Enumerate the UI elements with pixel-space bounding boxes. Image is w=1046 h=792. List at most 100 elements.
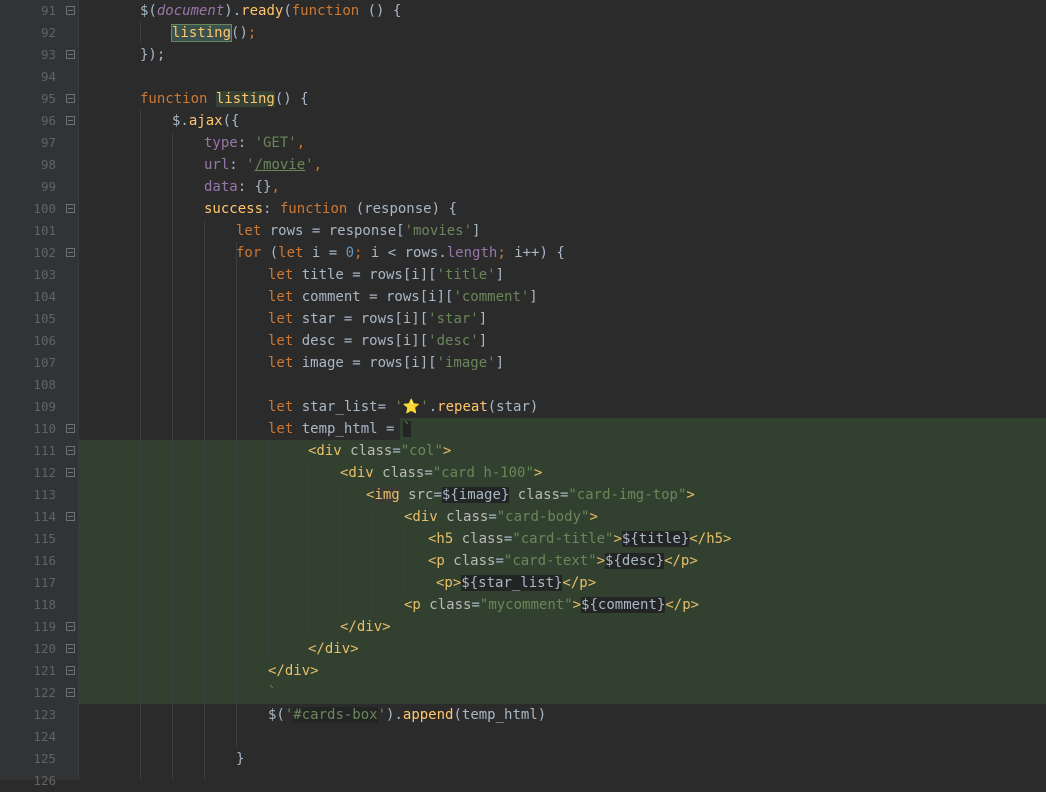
code-text[interactable]: listing(); (78, 22, 1046, 44)
code-line[interactable]: 123 $('#cards-box').append(temp_html) (0, 704, 1046, 726)
code-text[interactable]: for (let i = 0; i < rows.length; i++) { (78, 242, 1046, 264)
code-line[interactable]: 101 let rows = response['movies'] (0, 220, 1046, 242)
code-text[interactable]: data: {}, (78, 176, 1046, 198)
code-line[interactable]: 96 $.ajax({ (0, 110, 1046, 132)
fold-end-icon[interactable] (66, 644, 75, 653)
code-line[interactable]: 116 <p class="card-text">${desc}</p> (0, 550, 1046, 572)
code-line[interactable]: 113 <img src=${image} class="card-img-top… (0, 484, 1046, 506)
code-token: = (392, 443, 401, 459)
code-text[interactable]: $(document).ready(function () { (78, 0, 1046, 22)
code-text[interactable]: let title = rows[i]['title'] (78, 264, 1046, 286)
fold-expand-icon[interactable] (66, 94, 75, 103)
code-text[interactable]: url: '/movie', (78, 154, 1046, 176)
code-text[interactable]: let temp_html = ` (78, 418, 1046, 440)
code-text[interactable]: <p>${star_list}</p> (78, 572, 1046, 594)
fold-end-icon[interactable] (66, 622, 75, 631)
fold-expand-icon[interactable] (66, 248, 75, 257)
fold-expand-icon[interactable] (66, 424, 75, 433)
code-line[interactable]: 119 </div> (0, 616, 1046, 638)
code-line[interactable]: 115 <h5 class="card-title">${title}</h5> (0, 528, 1046, 550)
code-line[interactable]: 114 <div class="card-body"> (0, 506, 1046, 528)
code-text[interactable]: let rows = response['movies'] (78, 220, 1046, 242)
code-line[interactable]: 109 let star_list= '⭐'.repeat(star) (0, 396, 1046, 418)
code-line[interactable]: 107 let image = rows[i]['image'] (0, 352, 1046, 374)
code-line[interactable]: 91 $(document).ready(function () { (0, 0, 1046, 22)
code-line[interactable]: 93}); (0, 44, 1046, 66)
code-line[interactable]: 104 let comment = rows[i]['comment'] (0, 286, 1046, 308)
code-line[interactable]: 126 (0, 770, 1046, 792)
code-token: </h5> (689, 531, 732, 547)
code-line[interactable]: 94 (0, 66, 1046, 88)
code-text[interactable] (78, 374, 1046, 396)
code-line[interactable]: 112 <div class="card h-100"> (0, 462, 1046, 484)
code-line[interactable]: 105 let star = rows[i]['star'] (0, 308, 1046, 330)
code-text[interactable]: function listing() { (78, 88, 1046, 110)
line-number: 117 (33, 575, 56, 590)
code-line[interactable]: 99 data: {}, (0, 176, 1046, 198)
code-text[interactable]: </div> (78, 660, 1046, 682)
line-number: 103 (33, 267, 56, 282)
code-token: (star) (487, 399, 539, 415)
code-token: () { (274, 91, 309, 107)
code-line[interactable]: 95 function listing() { (0, 88, 1046, 110)
code-token: ' (377, 707, 387, 723)
fold-expand-icon[interactable] (66, 6, 75, 15)
code-text[interactable]: $.ajax({ (78, 110, 1046, 132)
code-text[interactable]: }); (78, 44, 1046, 66)
code-text[interactable] (78, 66, 1046, 88)
code-text[interactable] (78, 770, 1046, 792)
code-text[interactable]: <h5 class="card-title">${title}</h5> (78, 528, 1046, 550)
code-line[interactable]: 121 </div> (0, 660, 1046, 682)
code-line[interactable]: 103 let title = rows[i]['title'] (0, 264, 1046, 286)
code-line[interactable]: 100 success: function (response) { (0, 198, 1046, 220)
code-line[interactable]: 108 (0, 374, 1046, 396)
code-line[interactable]: 92 listing(); (0, 22, 1046, 44)
code-token: append (402, 707, 454, 723)
code-line[interactable]: 125} (0, 748, 1046, 770)
fold-end-icon[interactable] (66, 50, 75, 59)
code-text[interactable]: <div class="card h-100"> (78, 462, 1046, 484)
code-text[interactable]: } (78, 748, 1046, 770)
code-text[interactable]: </div> (78, 638, 1046, 660)
code-text[interactable]: let star = rows[i]['star'] (78, 308, 1046, 330)
code-line[interactable]: 118 <p class="mycomment">${comment}</p> (0, 594, 1046, 616)
code-text[interactable]: let desc = rows[i]['desc'] (78, 330, 1046, 352)
code-text[interactable]: let star_list= '⭐'.repeat(star) (78, 396, 1046, 418)
code-text[interactable]: <img src=${image} class="card-img-top"> (78, 484, 1046, 506)
code-text[interactable]: let image = rows[i]['image'] (78, 352, 1046, 374)
code-line[interactable]: 111 <div class="col"> (0, 440, 1046, 462)
code-editor[interactable]: 91 $(document).ready(function () {92 listi… (0, 0, 1046, 788)
fold-expand-icon[interactable] (66, 512, 75, 521)
code-text[interactable]: type: 'GET', (78, 132, 1046, 154)
code-text[interactable]: <p class="mycomment">${comment}</p> (78, 594, 1046, 616)
code-line[interactable]: 120 </div> (0, 638, 1046, 660)
code-line[interactable]: 97 type: 'GET', (0, 132, 1046, 154)
fold-end-icon[interactable] (66, 666, 75, 675)
code-text[interactable]: let comment = rows[i]['comment'] (78, 286, 1046, 308)
code-line[interactable]: 98 url: '/movie', (0, 154, 1046, 176)
code-line[interactable]: 106 let desc = rows[i]['desc'] (0, 330, 1046, 352)
code-line[interactable]: 117 <p>${star_list}</p> (0, 572, 1046, 594)
code-line[interactable]: 102 for (let i = 0; i < rows.length; i++)… (0, 242, 1046, 264)
fold-expand-icon[interactable] (66, 116, 75, 125)
code-token: title = rows[i][ (301, 267, 437, 283)
code-text[interactable]: <div class="card-body"> (78, 506, 1046, 528)
code-token: > (533, 465, 543, 481)
code-text[interactable]: </div> (78, 616, 1046, 638)
code-token: 'desc' (428, 333, 479, 349)
code-text[interactable]: $('#cards-box').append(temp_html) (78, 704, 1046, 726)
fold-expand-icon[interactable] (66, 204, 75, 213)
fold-expand-icon[interactable] (66, 446, 75, 455)
code-text[interactable]: success: function (response) { (78, 198, 1046, 220)
code-text[interactable] (78, 726, 1046, 748)
code-token: ajax (188, 113, 223, 129)
code-text[interactable]: ` (78, 682, 1046, 704)
fold-end-icon[interactable] (66, 688, 75, 697)
code-line[interactable]: 122 ` (0, 682, 1046, 704)
fold-expand-icon[interactable] (66, 468, 75, 477)
code-text[interactable]: <div class="col"> (78, 440, 1046, 462)
code-line[interactable]: 110 let temp_html = ` (0, 418, 1046, 440)
code-text[interactable]: <p class="card-text">${desc}</p> (78, 550, 1046, 572)
code-line[interactable]: 124 (0, 726, 1046, 748)
code-token: repeat (437, 399, 488, 415)
